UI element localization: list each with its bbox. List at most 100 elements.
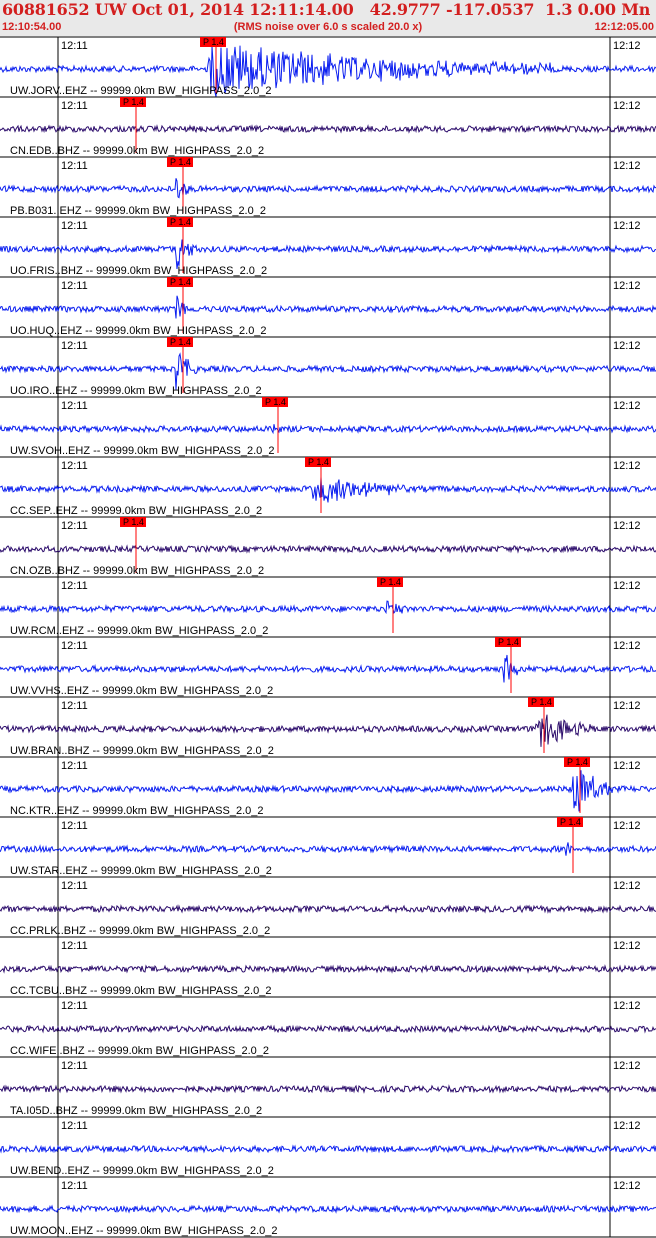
minute-tick-label: 12:12 — [613, 520, 641, 532]
pick-label: P 1.4 — [498, 637, 519, 647]
waveform-trace — [0, 1204, 656, 1214]
pick-label: P 1.4 — [531, 697, 552, 707]
channel-label: UW.JORV..EHZ -- 99999.0km BW_HIGHPASS_2.… — [10, 85, 271, 97]
minute-tick-label: 12:12 — [613, 1180, 641, 1192]
channel-label: UO.IRO..EHZ -- 99999.0km BW_HIGHPASS_2.0… — [10, 385, 262, 397]
minute-tick-label: 12:12 — [613, 220, 641, 232]
minute-tick-label: 12:11 — [61, 1120, 88, 1132]
waveform-trace — [0, 842, 656, 856]
minute-tick-label: 12:12 — [613, 280, 641, 292]
channel-panel: 12:11 12:12 P 1.4 CC.SEP..EHZ -- 99999.0km … — [0, 456, 656, 517]
channel-panel: 12:11 12:12 P 1.4 CN.OZB..BHZ -- 99999.0km … — [0, 516, 656, 577]
minute-tick-label: 12:12 — [613, 100, 641, 112]
pick-label: P 1.4 — [170, 337, 191, 347]
channel-panel: 12:11 12:12 P 1.4 CN.EDB..BHZ -- 99999.0km … — [0, 96, 656, 157]
waveform-trace — [0, 1084, 656, 1094]
waveform-trace — [0, 964, 656, 974]
minute-tick-label: 12:11 — [61, 220, 88, 232]
minute-tick-label: 12:11 — [61, 160, 88, 172]
pick-label: P 1.4 — [170, 157, 191, 167]
waveform-trace — [0, 544, 656, 554]
channel-panel: 12:11 12:12 UW.BEND..EHZ -- 99999.0km BW_H… — [0, 1116, 656, 1177]
channel-label: UO.HUQ..EHZ -- 99999.0km BW_HIGHPASS_2.0… — [10, 325, 267, 337]
channel-label: UO.FRIS..BHZ -- 99999.0km BW_HIGHPASS_2.… — [10, 265, 267, 277]
minute-tick-label: 12:12 — [613, 580, 641, 592]
minute-tick-label: 12:12 — [613, 160, 641, 172]
channel-label: UW.STAR..EHZ -- 99999.0km BW_HIGHPASS_2.… — [10, 865, 272, 877]
minute-tick-label: 12:11 — [61, 400, 88, 412]
pick-label: P 1.4 — [560, 817, 581, 827]
minute-tick-label: 12:11 — [61, 1000, 88, 1012]
minute-tick-label: 12:12 — [613, 40, 641, 52]
minute-tick-label: 12:11 — [61, 640, 88, 652]
minute-tick-label: 12:11 — [61, 880, 88, 892]
minute-tick-label: 12:12 — [613, 700, 641, 712]
channel-label: UW.MOON..EHZ -- 99999.0km BW_HIGHPASS_2.… — [10, 1225, 278, 1237]
channel-panel: 12:11 12:12 P 1.4 UW.VVHS..EHZ -- 99999.0km… — [0, 636, 656, 697]
minute-tick-label: 12:12 — [613, 1000, 641, 1012]
minute-tick-label: 12:11 — [61, 760, 88, 772]
pick-label: P 1.4 — [265, 397, 286, 407]
minute-tick-label: 12:12 — [613, 400, 641, 412]
channel-panel: 12:11 12:12 CC.TCBU..BHZ -- 99999.0km BW_H… — [0, 936, 656, 997]
channel-panel: 12:11 12:12 P 1.4 UW.JORV..EHZ -- 99999.0km… — [0, 36, 656, 97]
channel-panel: 12:11 12:12 CC.PRLK..BHZ -- 99999.0km BW_H… — [0, 876, 656, 937]
minute-tick-label: 12:11 — [61, 100, 88, 112]
channel-panel: 12:11 12:12 P 1.4 NC.KTR..EHZ -- 99999.0km … — [0, 756, 656, 817]
channel-panel: 12:11 12:12 TA.I05D..BHZ -- 99999.0km BW_H… — [0, 1056, 656, 1117]
channel-panel: 12:11 12:12 P 1.4 UW.RCM..EHZ -- 99999.0km … — [0, 576, 656, 637]
waveform-trace — [0, 654, 656, 683]
channel-panel: 12:11 12:12 P 1.4 PB.B031..EHZ -- 99999.0km… — [0, 156, 656, 217]
channel-label: UW.RCM..EHZ -- 99999.0km BW_HIGHPASS_2.0… — [10, 625, 268, 637]
minute-tick-label: 12:11 — [61, 1060, 88, 1072]
minute-tick-label: 12:11 — [61, 40, 88, 52]
channel-label: PB.B031..EHZ -- 99999.0km BW_HIGHPASS_2.… — [10, 205, 266, 217]
waveform-trace — [0, 476, 656, 503]
channel-label: UW.VVHS..EHZ -- 99999.0km BW_HIGHPASS_2.… — [10, 685, 273, 697]
channel-label: CC.WIFE..BHZ -- 99999.0km BW_HIGHPASS_2.… — [10, 1045, 269, 1057]
seismogram-page: 60881652 UW Oct 01, 2014 12:11:14.00 42.… — [0, 0, 656, 1238]
minute-tick-label: 12:12 — [613, 820, 641, 832]
minute-tick-label: 12:11 — [61, 940, 88, 952]
pick-label: P 1.4 — [308, 457, 329, 467]
minute-tick-label: 12:12 — [613, 1120, 641, 1132]
channel-panel: 12:11 12:12 P 1.4 UO.HUQ..EHZ -- 99999.0km … — [0, 276, 656, 337]
waveform-trace — [0, 424, 656, 435]
waveform-trace — [0, 600, 656, 615]
pick-label: P 1.4 — [170, 217, 191, 227]
minute-tick-label: 12:11 — [61, 280, 88, 292]
minute-tick-label: 12:11 — [61, 520, 88, 532]
minute-tick-label: 12:12 — [613, 940, 641, 952]
channel-panel: 12:11 12:12 P 1.4 UW.BRAN..BHZ -- 99999.0km… — [0, 696, 656, 757]
minute-tick-label: 12:11 — [61, 820, 88, 832]
channel-label: CC.TCBU..BHZ -- 99999.0km BW_HIGHPASS_2.… — [10, 985, 271, 997]
channel-panel: 12:11 12:12 UW.MOON..EHZ -- 99999.0km BW_H… — [0, 1176, 656, 1237]
minute-tick-label: 12:11 — [61, 460, 88, 472]
pick-label: P 1.4 — [123, 517, 144, 527]
waveform-trace — [0, 904, 656, 914]
waveform-trace — [0, 178, 656, 199]
pick-label: P 1.4 — [170, 277, 191, 287]
channel-panel: 12:11 12:12 P 1.4 UW.STAR..EHZ -- 99999.0km… — [0, 816, 656, 877]
waveform-trace — [0, 124, 656, 134]
waveform-trace — [0, 1144, 656, 1154]
waveform-trace — [0, 714, 656, 747]
channel-label: CN.EDB..BHZ -- 99999.0km BW_HIGHPASS_2.0… — [10, 145, 264, 157]
seismogram-plot: 12:11 12:12 P 1.4 UW.JORV..EHZ -- 99999.0km… — [0, 36, 656, 1238]
pick-label: P 1.4 — [567, 757, 588, 767]
channel-panel: 12:11 12:12 P 1.4 UO.FRIS..BHZ -- 99999.0km… — [0, 216, 656, 277]
minute-tick-label: 12:11 — [61, 340, 88, 352]
waveform-trace — [0, 1024, 656, 1034]
channel-label: UW.BRAN..BHZ -- 99999.0km BW_HIGHPASS_2.… — [10, 745, 274, 757]
channel-label: NC.KTR..EHZ -- 99999.0km BW_HIGHPASS_2.0… — [10, 805, 264, 817]
minute-tick-label: 12:11 — [61, 700, 88, 712]
minute-tick-label: 12:12 — [613, 880, 641, 892]
minute-tick-label: 12:12 — [613, 1060, 641, 1072]
channel-panel: 12:11 12:12 P 1.4 UO.IRO..EHZ -- 99999.0km … — [0, 336, 656, 397]
channel-label: TA.I05D..BHZ -- 99999.0km BW_HIGHPASS_2.… — [10, 1105, 262, 1117]
channel-label: UW.SVOH..EHZ -- 99999.0km BW_HIGHPASS_2.… — [10, 445, 275, 457]
waveform-trace — [0, 295, 656, 319]
minute-tick-label: 12:12 — [613, 760, 641, 772]
minute-tick-label: 12:11 — [61, 1180, 88, 1192]
minute-tick-label: 12:12 — [613, 640, 641, 652]
